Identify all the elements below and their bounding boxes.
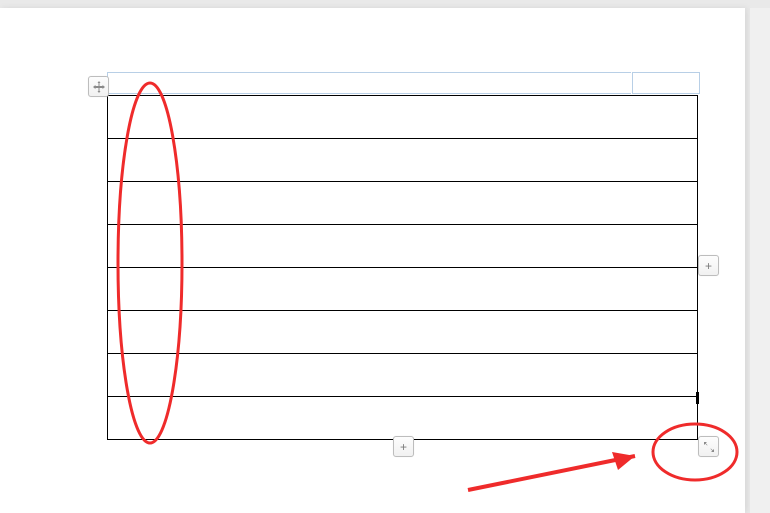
table-cell[interactable] (108, 182, 698, 225)
table[interactable] (107, 95, 698, 440)
table-selection-indicator (632, 72, 700, 94)
table-cell[interactable] (108, 268, 698, 311)
table-row[interactable] (108, 182, 698, 225)
table-row[interactable] (108, 225, 698, 268)
table-row[interactable] (108, 311, 698, 354)
add-row-button[interactable]: + (393, 436, 414, 457)
table-selection-indicator (107, 72, 631, 94)
table-cell[interactable] (108, 139, 698, 182)
table-row[interactable] (108, 354, 698, 397)
plus-icon: + (705, 259, 712, 273)
add-column-button[interactable]: + (698, 255, 719, 276)
table-row[interactable] (108, 268, 698, 311)
row-edge-handle[interactable] (696, 392, 699, 404)
plus-icon: + (400, 440, 407, 454)
table-cell[interactable] (108, 225, 698, 268)
table-cell[interactable] (108, 354, 698, 397)
move-icon (93, 81, 105, 93)
table-cell[interactable] (108, 311, 698, 354)
move-table-handle[interactable] (88, 76, 109, 97)
table-cell[interactable] (108, 96, 698, 139)
table-row[interactable] (108, 139, 698, 182)
vertical-scrollbar[interactable] (750, 8, 770, 513)
resize-diagonal-icon (703, 441, 715, 453)
table-row[interactable] (108, 96, 698, 139)
table-cell[interactable] (108, 397, 698, 440)
table-row[interactable] (108, 397, 698, 440)
resize-table-handle[interactable] (698, 436, 719, 457)
